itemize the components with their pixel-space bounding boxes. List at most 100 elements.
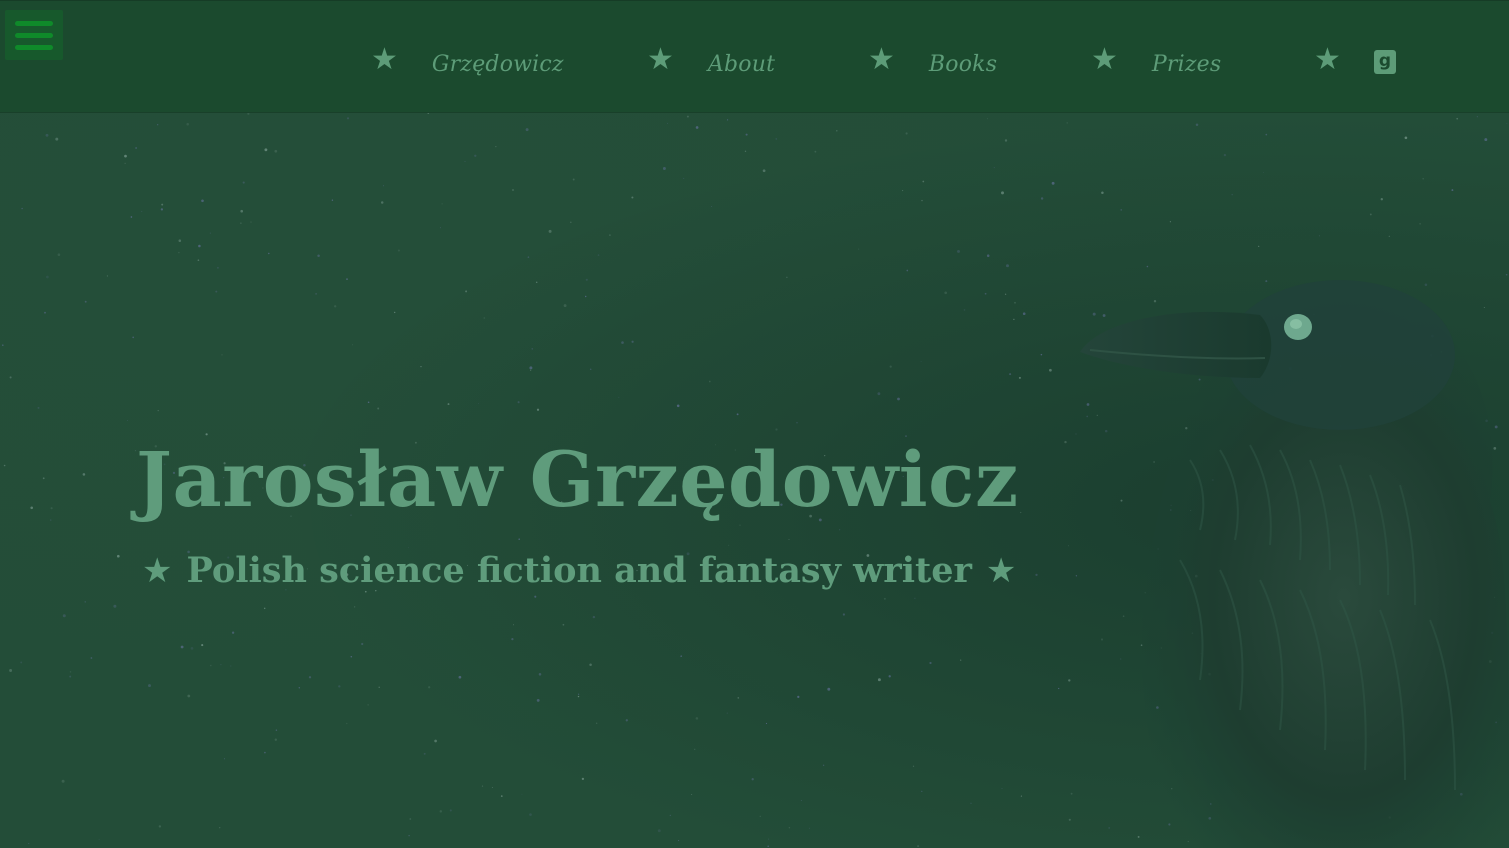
star-dot [691, 794, 693, 795]
nav-item-label: Books [928, 51, 998, 77]
menu-bar [15, 44, 53, 50]
star-icon: ★ [142, 551, 173, 591]
star-dot [957, 249, 960, 253]
star-dot [1001, 191, 1004, 195]
star-dot [201, 199, 204, 203]
star-dot [888, 675, 891, 678]
star-dot [577, 695, 580, 698]
star-dot [346, 278, 348, 280]
star-dot [423, 752, 426, 755]
star-dot [858, 248, 860, 250]
star-dot [686, 115, 689, 118]
nav-item-about[interactable]: ★ About [647, 41, 775, 85]
star-dot [242, 181, 245, 184]
star-dot [198, 244, 201, 248]
star-dot [536, 408, 540, 411]
star-dot [1476, 116, 1478, 118]
star-dot [439, 810, 443, 813]
star-dot [346, 117, 350, 120]
star-dot [1369, 213, 1372, 216]
star-dot [538, 673, 542, 676]
star-dot [201, 644, 204, 647]
star-dot [45, 133, 49, 137]
star-dot [447, 403, 450, 406]
star-dot [37, 406, 40, 409]
nav-item-books[interactable]: ★ Books [868, 41, 997, 85]
star-dot [380, 201, 384, 204]
star-dot [274, 738, 277, 741]
star-dot [367, 704, 369, 706]
star-dot [1258, 245, 1260, 247]
star-dot [1001, 787, 1003, 790]
star-dot [350, 656, 353, 658]
star-dot [124, 154, 127, 158]
star-dot [397, 249, 400, 252]
star-dot [694, 748, 696, 750]
star-dot [210, 664, 212, 667]
star-dot [521, 793, 523, 795]
star-dot [346, 722, 348, 725]
nav-item-prizes[interactable]: ★ Prizes [1091, 41, 1221, 85]
star-dot [298, 687, 300, 689]
star-dot [394, 311, 396, 314]
star-dot [596, 722, 598, 724]
star-dot [44, 311, 46, 314]
star-dot [190, 647, 194, 650]
star-dot [572, 178, 575, 181]
star-dot [1169, 221, 1171, 223]
star-dot [984, 292, 987, 295]
star-dot [428, 686, 431, 689]
star-dot [338, 685, 341, 688]
star-dot [759, 815, 761, 817]
star-dot [902, 190, 904, 192]
star-dot [536, 698, 540, 702]
star-dot [219, 827, 221, 829]
star-dot [767, 845, 769, 848]
star-dot [666, 122, 668, 124]
star-dot [55, 137, 59, 141]
star-dot [889, 365, 892, 368]
star-dot [474, 154, 477, 157]
star-dot [124, 162, 126, 164]
star-dot [527, 256, 530, 258]
star-dot [822, 764, 825, 766]
star-dot [57, 253, 61, 257]
star-dot [148, 684, 151, 688]
star-dot [378, 686, 380, 688]
star-dot [618, 396, 620, 398]
star-icon: ★ [1091, 42, 1118, 77]
star-dot [1456, 117, 1459, 120]
star-dot [512, 624, 514, 626]
star-dot [921, 199, 923, 202]
star-dot [464, 161, 466, 162]
star-dot [180, 645, 184, 649]
star-dot [157, 124, 159, 126]
star-dot [589, 663, 592, 666]
star-dot [132, 336, 135, 339]
star-dot [1018, 376, 1021, 379]
goodreads-icon[interactable]: g [1374, 50, 1396, 74]
star-dot [2, 344, 4, 346]
star-dot [625, 719, 628, 722]
star-dot [788, 538, 790, 540]
star-dot [361, 642, 364, 646]
star-dot [585, 278, 588, 281]
star-dot [1049, 368, 1052, 372]
star-dot [775, 138, 778, 140]
star-dot [944, 291, 948, 295]
nav-item-grzedowicz[interactable]: ★ Grzędowicz [371, 41, 564, 85]
star-dot [736, 413, 739, 416]
star-dot [1101, 191, 1104, 195]
hamburger-menu-icon[interactable] [5, 10, 63, 60]
star-dot [317, 254, 320, 258]
star-dot [970, 802, 972, 804]
star-dot [511, 188, 515, 192]
nav-item-label: Grzędowicz [431, 51, 564, 77]
star-dot [711, 206, 713, 207]
hero-subtitle: ★ Polish science fiction and fantasy wri… [142, 546, 1016, 596]
star-dot [1388, 235, 1390, 237]
star-dot [621, 341, 624, 344]
star-dot [1066, 122, 1068, 124]
star-dot [308, 676, 312, 679]
star-dot [517, 401, 520, 404]
